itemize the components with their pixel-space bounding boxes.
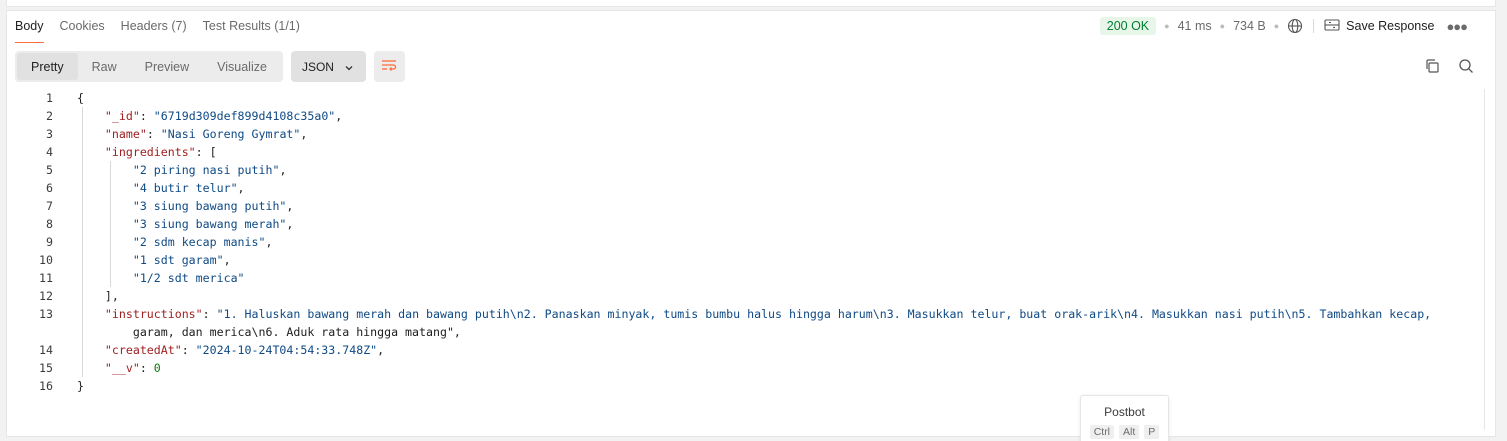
shortcut-key: Alt: [1119, 425, 1140, 439]
line-number: 12: [39, 289, 53, 303]
code-line: 10 "1 sdt garam",: [13, 251, 1479, 269]
code-line: 14 "createdAt": "2024-10-24T04:54:33.748…: [13, 341, 1479, 359]
line-number: 6: [46, 181, 53, 195]
format-label: JSON: [301, 59, 334, 74]
code-line: 3 "name": "Nasi Goreng Gymrat",: [13, 125, 1479, 143]
line-number: 15: [39, 361, 53, 375]
line-number: 2: [46, 109, 53, 123]
separator-dot: ●: [1164, 21, 1170, 31]
code-text: "instructions": "1. Haluskan bawang mera…: [104, 307, 1432, 321]
response-status-bar: 200 OK ● 41 ms ● 734 B ● Save Response ●…: [1099, 17, 1468, 35]
code-text: "ingredients": [: [104, 145, 217, 159]
divider: [1313, 19, 1315, 33]
request-panel-edge: [6, 0, 1496, 7]
line-number: 9: [46, 235, 53, 249]
globe-icon[interactable]: [1287, 18, 1303, 34]
tab-body[interactable]: Body: [15, 19, 44, 43]
code-text: "_id": "6719d309def899d4108c35a0",: [104, 109, 343, 123]
code-text: "__v": 0: [104, 361, 161, 375]
separator-dot: ●: [1219, 21, 1226, 31]
postbot-title: Postbot: [1104, 405, 1145, 419]
wrap-lines-icon: [381, 58, 397, 76]
save-response-icon: [1324, 18, 1340, 34]
code-text: "2 piring nasi putih",: [132, 163, 287, 177]
code-line: 11 "1/2 sdt merica": [13, 269, 1479, 287]
line-number: [13, 323, 53, 341]
indent-guide: [110, 161, 111, 287]
indent-guide: [82, 107, 83, 377]
code-line: garam, dan merica\n6. Aduk rata hingga m…: [13, 323, 1479, 341]
code-text: "1 sdt garam",: [132, 253, 231, 267]
code-line: 4 "ingredients": [: [13, 143, 1479, 161]
code-line: 7 "3 siung bawang putih",: [13, 197, 1479, 215]
code-line: 8 "3 siung bawang merah",: [13, 215, 1479, 233]
line-number: 11: [39, 271, 53, 285]
code-text: }: [77, 379, 84, 393]
tab-cookies[interactable]: Cookies: [60, 19, 105, 43]
line-number: 7: [46, 199, 53, 213]
json-code-viewer[interactable]: 1{2 "_id": "6719d309def899d4108c35a0", 3 …: [13, 89, 1479, 395]
line-number: 4: [46, 145, 53, 159]
line-number: 5: [46, 163, 53, 177]
line-number: 13: [39, 307, 53, 321]
code-line: 2 "_id": "6719d309def899d4108c35a0",: [13, 107, 1479, 125]
shortcut-key: P: [1144, 425, 1160, 439]
code-line: 12 ],: [13, 287, 1479, 305]
line-number: 1: [46, 91, 53, 105]
code-line: 6 "4 butir telur",: [13, 179, 1479, 197]
code-text: "createdAt": "2024-10-24T04:54:33.748Z",: [104, 343, 385, 357]
code-line: 9 "2 sdm kecap manis",: [13, 233, 1479, 251]
line-number: 10: [39, 253, 53, 267]
vertical-scrollbar[interactable]: [1484, 89, 1495, 430]
postbot-button[interactable]: Postbot Ctrl Alt P: [1080, 395, 1169, 441]
line-number: 14: [39, 343, 53, 357]
line-number: 16: [39, 379, 53, 393]
code-line: 13 "instructions": "1. Haluskan bawang m…: [13, 305, 1479, 323]
format-dropdown[interactable]: JSON: [290, 51, 366, 82]
response-panel: Body Cookies Headers (7) Test Results (1…: [6, 10, 1496, 441]
more-icon[interactable]: ●●●: [1446, 19, 1468, 34]
code-line: 15 "__v": 0: [13, 359, 1479, 377]
response-time[interactable]: 41 ms: [1178, 19, 1212, 33]
response-actions: [1423, 57, 1475, 75]
code-text: {: [77, 91, 84, 105]
code-text: garam, dan merica\n6. Aduk rata hingga m…: [77, 325, 461, 339]
status-badge[interactable]: 200 OK: [1099, 17, 1157, 35]
postbot-shortcut: Ctrl Alt P: [1081, 425, 1168, 439]
view-mode-preview[interactable]: Preview: [131, 53, 203, 80]
code-line: 1{: [13, 89, 1479, 107]
separator-dot: ●: [1273, 21, 1280, 31]
save-response-label: Save Response: [1346, 19, 1435, 33]
line-number: 3: [46, 127, 53, 141]
response-tabs: Body Cookies Headers (7) Test Results (1…: [15, 19, 300, 43]
chevron-down-icon: [344, 62, 354, 72]
save-response-button[interactable]: Save Response: [1324, 18, 1435, 34]
response-toolbar: Pretty Raw Preview Visualize JSON: [15, 51, 405, 82]
wrap-lines-button[interactable]: [373, 51, 405, 82]
code-line: 16}: [13, 377, 1479, 395]
code-text: "2 sdm kecap manis",: [132, 235, 273, 249]
search-icon[interactable]: [1457, 57, 1475, 75]
code-line: 5 "2 piring nasi putih",: [13, 161, 1479, 179]
code-text: "3 siung bawang merah",: [132, 217, 294, 231]
view-mode-pretty[interactable]: Pretty: [17, 53, 78, 80]
code-text: "3 siung bawang putih",: [132, 199, 294, 213]
copy-icon[interactable]: [1423, 57, 1441, 75]
view-mode-visualize[interactable]: Visualize: [203, 53, 281, 80]
view-mode-switch: Pretty Raw Preview Visualize: [15, 51, 283, 82]
tab-test-results[interactable]: Test Results (1/1): [203, 19, 300, 43]
code-text: "name": "Nasi Goreng Gymrat",: [104, 127, 308, 141]
view-mode-raw[interactable]: Raw: [78, 53, 131, 80]
tab-headers[interactable]: Headers (7): [121, 19, 187, 43]
response-size[interactable]: 734 B: [1233, 19, 1266, 33]
code-text: ],: [77, 289, 119, 303]
line-number: 8: [46, 217, 53, 231]
shortcut-key: Ctrl: [1089, 425, 1115, 439]
